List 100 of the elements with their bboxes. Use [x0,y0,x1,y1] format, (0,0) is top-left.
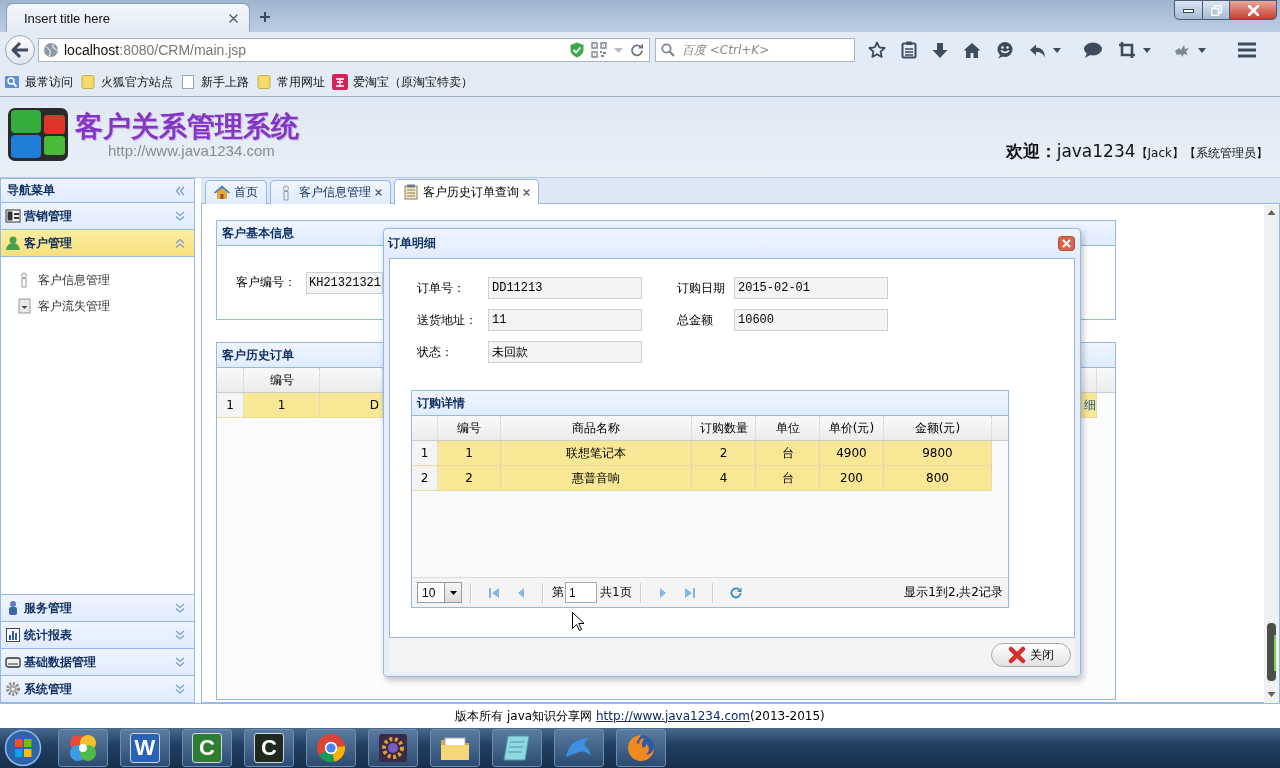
back-button[interactable] [5,35,35,65]
table-cell: 2 [692,441,756,465]
accordion-header[interactable]: 服务管理 [1,594,194,621]
table-cell: 1 [244,393,320,417]
close-icon [1247,4,1259,16]
speech-bubble-icon[interactable] [1083,41,1103,59]
refresh-icon[interactable] [729,586,742,599]
double-chevron-down-icon [174,629,186,641]
smiley-icon[interactable] [996,41,1014,59]
website-link[interactable]: http://www.java1234.com [595,708,750,723]
browser-tab[interactable]: Insert title here [6,3,250,32]
double-chevron-down-icon [174,683,186,695]
qr-code-icon[interactable] [591,42,607,58]
bookmark-item[interactable]: 爱淘宝（原淘宝特卖） [332,73,473,91]
table-cell: 台 [756,466,820,490]
table-row[interactable]: 2 2 惠普音响 4 台 200 800 [412,466,992,491]
column-header[interactable]: 订购数量 [692,416,756,440]
menu-item[interactable]: 客户流失管理 [1,293,194,319]
cursor-icon [572,612,584,631]
accordion-header[interactable]: 统计报表 [1,621,194,648]
table-cell: D [320,393,383,417]
tab[interactable]: 首页 [205,180,267,204]
column-header[interactable]: 编号 [438,416,501,440]
panel-title: 导航菜单 [7,182,55,199]
taskbar-button[interactable] [430,729,480,767]
accordion-header[interactable]: 营销管理 [1,202,194,229]
taskbar-button[interactable] [492,729,542,767]
crop-icon[interactable] [1118,41,1136,59]
down-arrow-icon[interactable] [932,42,948,58]
page-input[interactable]: 1 [565,582,597,603]
page-size-select[interactable]: 10 [417,582,462,603]
menu-item[interactable]: 客户信息管理 [1,267,194,293]
pinwheel-icon [67,732,99,764]
panel-header: 订购详情 [412,391,1008,416]
taskbar-button[interactable]: W [120,729,170,767]
bookmark-item[interactable]: 新手上路 [180,73,249,91]
taskbar-button[interactable]: C [182,729,232,767]
field-label: 送货地址： [417,311,478,329]
bookmark-item[interactable]: 最常访问 [4,73,73,91]
row-number: 1 [217,393,244,417]
table-cell: 4900 [820,441,884,465]
reload-icon[interactable] [630,43,644,57]
home-icon[interactable] [963,42,981,58]
restore-button[interactable] [1203,0,1230,20]
column-header[interactable]: 金额(元) [884,416,992,440]
taskbar-button[interactable]: C [244,729,294,767]
close-button[interactable] [1230,0,1277,20]
star-icon[interactable] [868,41,886,59]
shield-icon[interactable] [570,42,584,58]
search-folder-icon [4,74,20,90]
taskbar-button[interactable] [58,729,108,767]
bookmark-item[interactable]: 常用网址 [256,73,325,91]
text-field[interactable]: 2015-02-01 [734,277,888,299]
clipboard-icon[interactable] [901,41,917,59]
table-cell: 2 [438,466,501,490]
caret-icon[interactable] [1198,47,1206,53]
plus-icon[interactable] [259,11,271,23]
table-cell: 1 [438,441,501,465]
taskbar-button[interactable] [616,729,666,767]
tab[interactable]: 客户历史订单查询 [394,179,539,204]
text-field[interactable]: 未回款 [488,341,642,363]
column-header[interactable]: 单位 [756,416,820,440]
accordion-header[interactable]: 基础数据管理 [1,648,194,675]
text-field[interactable]: KH21321321 [306,271,383,294]
scrollbar[interactable] [1264,205,1279,703]
close-icon[interactable] [375,189,382,196]
close-icon[interactable] [1058,236,1075,251]
app-logo: W [130,733,160,763]
close-icon[interactable] [523,188,530,196]
taskbar-button[interactable] [306,729,356,767]
taskbar-button[interactable] [368,729,418,767]
column-header[interactable]: 商品名称 [501,416,692,440]
start-button[interactable] [3,728,43,768]
minimize-button[interactable] [1174,0,1203,20]
bookmark-item[interactable]: 火狐官方站点 [80,73,173,91]
close-icon[interactable] [229,13,238,23]
caret-icon[interactable] [1053,47,1061,53]
close-button[interactable]: 关闭 [991,643,1071,667]
column-header[interactable]: 编号 [244,368,320,392]
text-field[interactable]: 10600 [734,309,888,331]
search-field[interactable]: 百度 <Ctrl+K> [655,38,855,62]
column-header[interactable]: 单价(元) [820,416,884,440]
field-label: 总金额 [677,311,714,329]
tab[interactable]: 客户信息管理 [270,180,391,204]
text-field[interactable]: 11 [488,309,642,331]
address-field[interactable]: localhost:8080/CRM/main.jsp [38,38,650,62]
table-row[interactable]: 1 1 联想笔记本 2 台 4900 9800 [412,441,992,466]
curved-arrow-icon[interactable] [1029,42,1046,58]
table-link[interactable]: 细 [1084,396,1096,414]
left-arrow-icon [11,41,29,59]
minimize-icon [1183,7,1194,13]
site-url: http://www.java1234.com [108,143,276,159]
field-label: 状态： [417,343,454,361]
accordion-header[interactable]: 系统管理 [1,675,194,702]
text-field[interactable]: DD11213 [488,277,642,299]
cross-icon [1008,646,1026,664]
menu-icon[interactable] [1237,42,1257,58]
caret-icon[interactable] [1143,47,1151,53]
accordion-header[interactable]: 客户管理 [1,229,194,256]
double-chevron-down-icon [174,602,186,614]
